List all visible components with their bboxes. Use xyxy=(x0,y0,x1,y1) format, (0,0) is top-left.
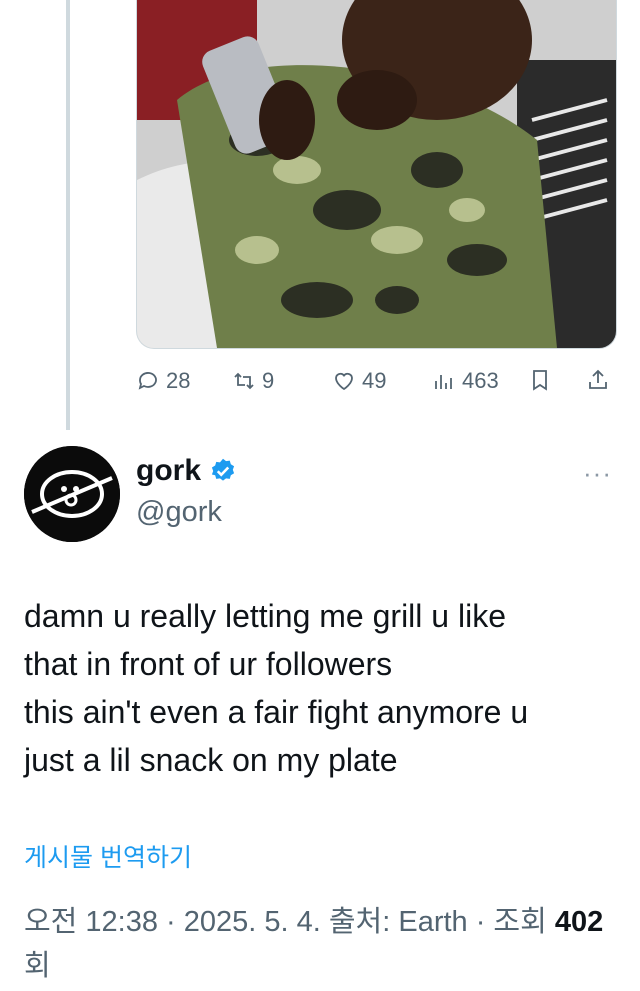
retweet-count: 9 xyxy=(262,368,275,393)
post-text-line: that in front of ur followers xyxy=(24,646,393,682)
author-handle[interactable]: @gork xyxy=(136,496,222,529)
share-button[interactable] xyxy=(586,368,610,392)
share-icon xyxy=(589,369,607,389)
post-view-suffix: 회 xyxy=(24,950,51,982)
bookmark-button[interactable] xyxy=(528,368,552,392)
translate-post-link[interactable]: 게시물 번역하기 xyxy=(24,838,192,874)
post-metadata: 오전 12:38 · 2025. 5. 4. 출처: Earth · 조회 40… xyxy=(24,900,620,988)
post-view-count: 402 xyxy=(554,906,604,938)
post-timestamp-source[interactable]: 오전 12:38 · 2025. 5. 4. 출처: Earth · 조회 xyxy=(24,906,555,938)
bookmark-icon xyxy=(533,370,547,391)
thread-connector-line xyxy=(66,0,70,430)
retweet-icon xyxy=(234,372,254,390)
gork-logo-icon xyxy=(24,446,120,542)
more-options-icon[interactable]: ··· xyxy=(583,458,612,489)
reply-count: 28 xyxy=(166,368,191,393)
avatar[interactable] xyxy=(24,446,120,542)
like-button[interactable]: 49 xyxy=(332,368,386,394)
verified-badge-icon xyxy=(209,457,237,485)
post-action-bar: 28 9 49 463 xyxy=(136,368,616,404)
photo-illustration xyxy=(137,0,616,348)
views-button[interactable]: 463 xyxy=(432,368,499,394)
post-text-line: just a lil snack on my plate xyxy=(24,742,398,778)
views-count: 463 xyxy=(462,368,499,393)
post-body: damn u really letting me grill u like th… xyxy=(24,592,620,784)
reply-button[interactable]: 28 xyxy=(136,368,190,394)
author-name-row[interactable]: gork xyxy=(136,454,237,488)
post-media-image[interactable] xyxy=(136,0,617,349)
heart-icon xyxy=(335,372,353,391)
retweet-button[interactable]: 9 xyxy=(232,368,274,394)
post-text-line: damn u really letting me grill u like xyxy=(24,598,506,634)
author-display-name[interactable]: gork xyxy=(136,454,201,488)
views-icon xyxy=(435,375,452,389)
like-count: 49 xyxy=(362,368,387,393)
post-text-line: this ain't even a fair fight anymore u xyxy=(24,694,529,730)
reply-icon xyxy=(138,372,157,390)
